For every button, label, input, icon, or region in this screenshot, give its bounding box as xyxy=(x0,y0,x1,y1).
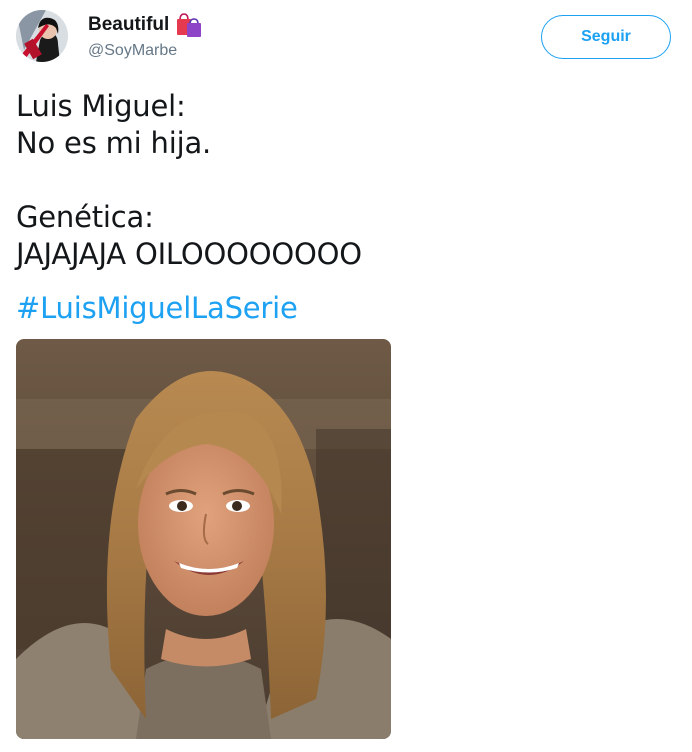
author-handle[interactable]: @SoyMarbe xyxy=(88,42,177,60)
author-name-row[interactable]: Beautiful xyxy=(88,12,203,38)
tweet-photo[interactable] xyxy=(16,339,391,739)
follow-button[interactable]: Seguir xyxy=(541,15,671,59)
tweet-header: Beautiful @SoyMarbe Seguir xyxy=(0,0,692,80)
hashtag-link[interactable]: #LuisMiguelLaSerie xyxy=(16,290,298,327)
tweet-text: Luis Miguel: No es mi hija. Genética: JA… xyxy=(16,89,362,271)
avatar[interactable] xyxy=(16,10,68,62)
shopping-bags-icon xyxy=(175,12,203,38)
display-name[interactable]: Beautiful xyxy=(88,14,169,36)
